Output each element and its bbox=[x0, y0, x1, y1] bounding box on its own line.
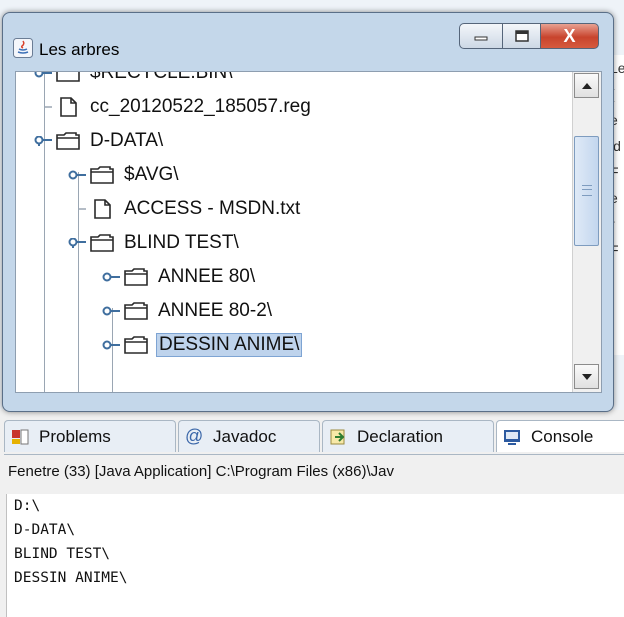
tree-node-label: $AVG\ bbox=[124, 164, 179, 185]
maximize-button[interactable] bbox=[503, 23, 541, 49]
folder-icon bbox=[124, 268, 148, 286]
leaf-connector-icon bbox=[78, 208, 86, 210]
console-line: D:\ bbox=[14, 498, 41, 514]
collapsed-toggle-icon[interactable] bbox=[34, 71, 52, 78]
grip-icon bbox=[582, 185, 592, 196]
tree-node[interactable]: cc_20120522_185057.reg bbox=[34, 90, 313, 124]
maximize-icon bbox=[514, 30, 529, 42]
collapsed-toggle-icon[interactable] bbox=[102, 340, 120, 350]
minimize-icon bbox=[474, 36, 488, 41]
console-run-description: Fenetre (33) [Java Application] C:\Progr… bbox=[8, 463, 394, 480]
tree-node-label: BLIND TEST\ bbox=[124, 232, 239, 253]
caption-buttons: X bbox=[459, 23, 599, 51]
tree-node-label: DESSIN ANIME\ bbox=[156, 333, 303, 357]
collapsed-toggle-icon[interactable] bbox=[68, 170, 86, 180]
tree-node[interactable]: $AVG\ bbox=[68, 158, 181, 192]
leaf-connector-icon bbox=[44, 106, 52, 108]
console-output[interactable]: D:\ D-DATA\ BLIND TEST\ DESSIN ANIME\ bbox=[6, 494, 624, 617]
window-title: Les arbres bbox=[39, 40, 120, 59]
tree-node-label: ACCESS - MSDN.txt bbox=[124, 198, 301, 219]
tree-node-label: ANNEE 80\ bbox=[158, 266, 256, 287]
arrow-up-icon bbox=[581, 82, 592, 89]
close-icon: X bbox=[563, 25, 576, 46]
tree-node[interactable]: ANNEE 80-2\ bbox=[102, 294, 274, 328]
console-icon bbox=[504, 430, 520, 445]
tab-declaration[interactable]: Declaration bbox=[322, 420, 494, 452]
tree-window: Les arbres X $RECYCLE.BIN\ cc_20120522_18… bbox=[2, 12, 614, 412]
file-icon bbox=[94, 199, 111, 219]
tree-view[interactable]: $RECYCLE.BIN\ cc_20120522_185057.reg D-DAT… bbox=[15, 71, 602, 393]
tab-label: Declaration bbox=[357, 427, 443, 446]
tab-label: Problems bbox=[39, 427, 111, 446]
tree-node[interactable]: ACCESS - MSDN.txt bbox=[68, 192, 302, 226]
arrow-down-icon bbox=[581, 373, 592, 380]
expanded-toggle-icon[interactable] bbox=[34, 136, 52, 146]
folder-icon bbox=[56, 132, 80, 150]
folder-icon bbox=[124, 336, 148, 354]
close-button[interactable]: X bbox=[541, 23, 599, 49]
folder-icon bbox=[90, 234, 114, 252]
console-line: BLIND TEST\ bbox=[14, 546, 111, 562]
collapsed-toggle-icon[interactable] bbox=[102, 306, 120, 316]
tree-node[interactable]: D-DATA\ bbox=[34, 124, 165, 158]
folder-icon bbox=[90, 166, 114, 184]
tree-node[interactable]: ANNEE 80\ bbox=[102, 260, 257, 294]
problems-icon bbox=[12, 429, 29, 445]
tab-javadoc[interactable]: @ Javadoc bbox=[178, 420, 320, 452]
expanded-toggle-icon[interactable] bbox=[68, 238, 86, 248]
tab-problems[interactable]: Problems bbox=[4, 420, 176, 452]
tab-label: Javadoc bbox=[213, 427, 277, 446]
at-icon: @ bbox=[185, 426, 204, 446]
tree-node-label: D-DATA\ bbox=[90, 130, 164, 151]
tree-node[interactable]: BLIND TEST\ bbox=[68, 226, 241, 260]
console-line: DESSIN ANIME\ bbox=[14, 570, 128, 586]
java-icon bbox=[13, 38, 33, 58]
tree-node-label: cc_20120522_185057.reg bbox=[90, 96, 311, 117]
tree-node-label: $RECYCLE.BIN\ bbox=[90, 71, 233, 83]
tree-node-label: ANNEE 80-2\ bbox=[158, 300, 273, 321]
vertical-scrollbar[interactable] bbox=[572, 72, 601, 392]
folder-icon bbox=[56, 72, 80, 82]
declaration-icon bbox=[330, 429, 345, 445]
minimize-button[interactable] bbox=[459, 23, 503, 49]
scroll-down-button[interactable] bbox=[574, 364, 599, 389]
collapsed-toggle-icon[interactable] bbox=[102, 272, 120, 282]
scroll-up-button[interactable] bbox=[574, 73, 599, 98]
tree-node[interactable]: $RECYCLE.BIN\ bbox=[34, 71, 235, 90]
view-tabs: Problems @ Javadoc Declaration Console bbox=[4, 416, 624, 455]
folder-icon bbox=[124, 302, 148, 320]
tab-console[interactable]: Console bbox=[496, 420, 624, 452]
tree-node[interactable]: DESSIN ANIME\ bbox=[102, 328, 303, 362]
console-line: D-DATA\ bbox=[14, 522, 76, 538]
file-icon bbox=[60, 97, 77, 117]
scroll-thumb[interactable] bbox=[574, 136, 599, 246]
tab-label: Console bbox=[531, 427, 594, 446]
